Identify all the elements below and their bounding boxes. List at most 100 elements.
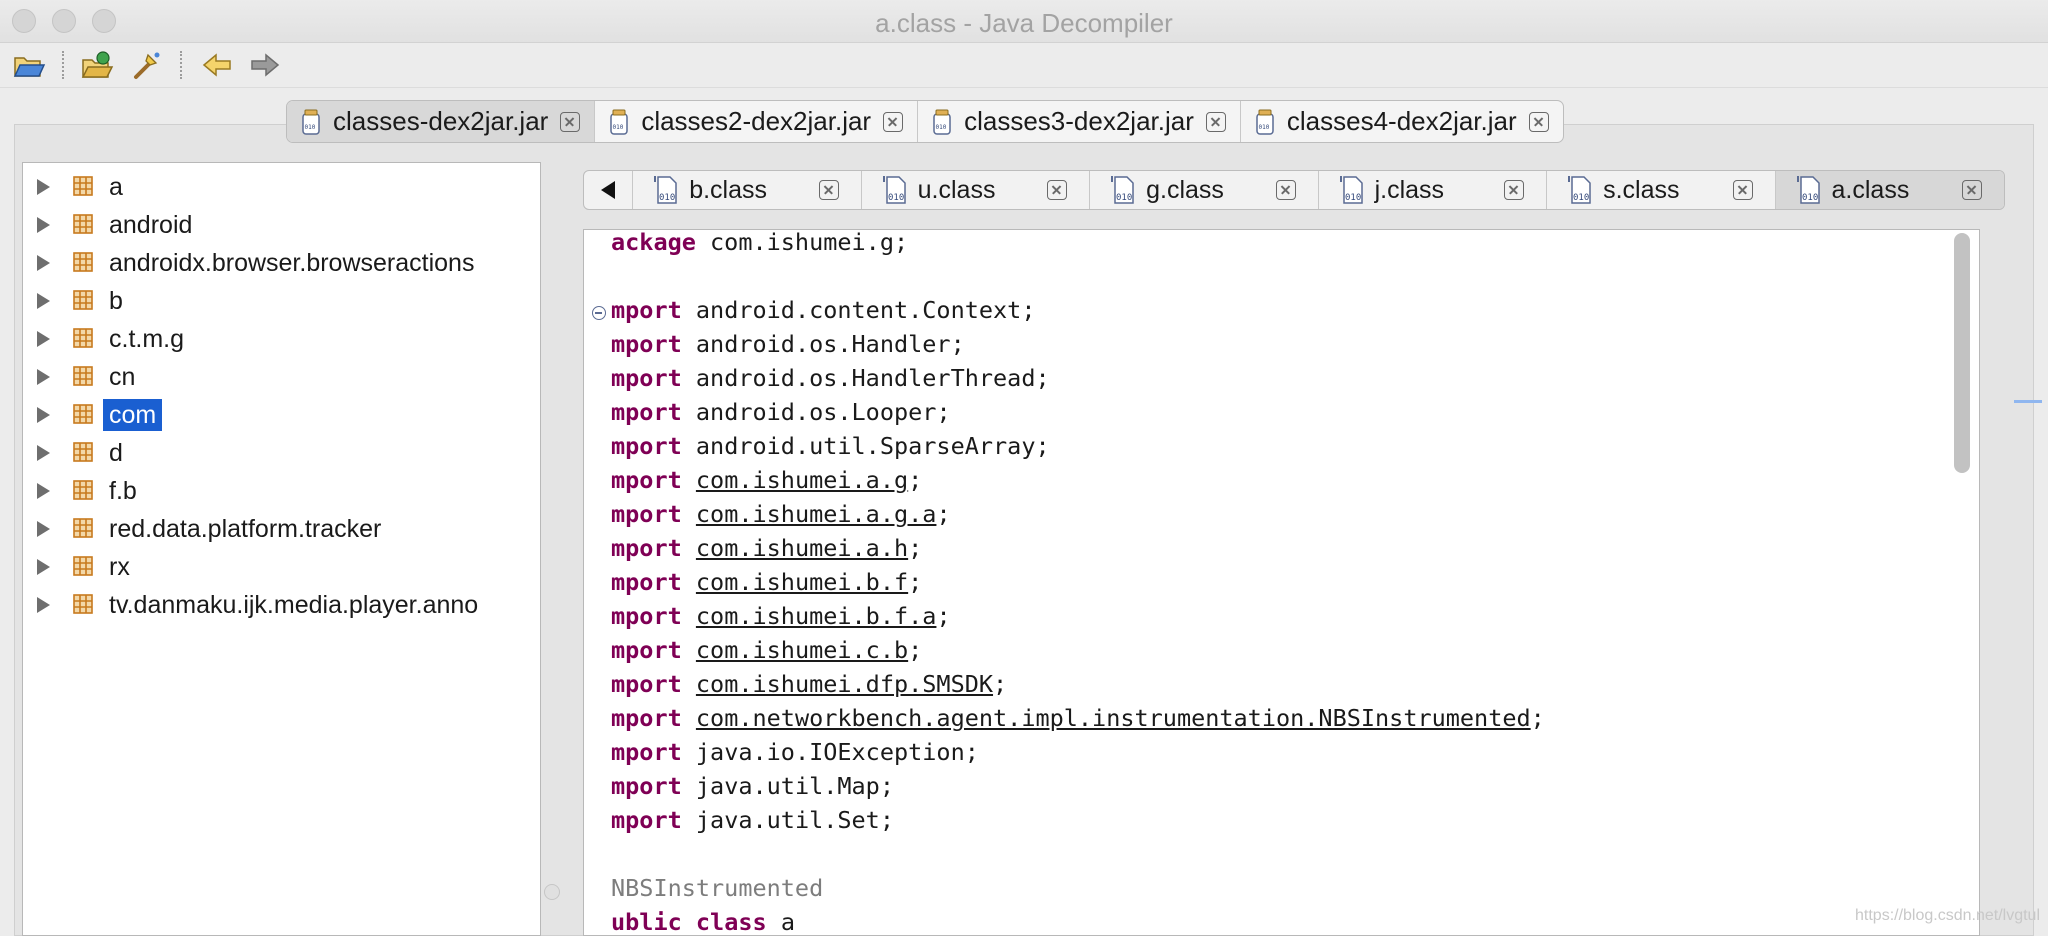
package-icon xyxy=(73,328,93,348)
tree-item[interactable]: cn xyxy=(23,357,540,395)
close-tab-icon[interactable] xyxy=(1275,180,1296,200)
tree-item[interactable]: androidx.browser.browseractions xyxy=(23,243,540,281)
open-file-button[interactable] xyxy=(12,49,46,81)
forward-button[interactable] xyxy=(248,49,282,81)
import-name: java.util.Set xyxy=(695,806,880,834)
tab-jar-1[interactable]: 010 classes2-dex2jar.jar xyxy=(595,101,919,142)
code-line-import: mport com.ishumei.a.g.a; xyxy=(611,500,951,528)
expand-arrow-icon[interactable] xyxy=(37,179,50,195)
overview-ruler-mark[interactable] xyxy=(2014,400,2042,403)
expand-arrow-icon[interactable] xyxy=(37,445,50,461)
collapse-imports-icon[interactable] xyxy=(592,306,606,320)
import-name[interactable]: com.ishumei.c.b xyxy=(696,636,908,664)
code-line-package: ackage com.ishumei.g; xyxy=(611,229,909,256)
tree-item[interactable]: f.b xyxy=(23,471,540,509)
package-icon xyxy=(73,176,93,196)
class-file-icon: 010 xyxy=(1339,176,1363,204)
class-tab-label: u.class xyxy=(917,175,996,204)
tab-class-3[interactable]: 010 j.class xyxy=(1319,171,1548,209)
expand-arrow-icon[interactable] xyxy=(37,255,50,271)
expand-arrow-icon[interactable] xyxy=(37,597,50,613)
class-file-icon: 010 xyxy=(1111,176,1134,204)
open-file-icon xyxy=(13,57,46,77)
expand-arrow-icon[interactable] xyxy=(37,407,50,423)
package-label: android xyxy=(109,211,193,239)
tab-jar-3[interactable]: 010 classes4-dex2jar.jar xyxy=(1241,101,1563,142)
splitter-handle[interactable] xyxy=(544,884,560,900)
tree-item[interactable]: tv.danmaku.ijk.media.player.anno xyxy=(23,585,540,623)
tree-item[interactable]: c.t.m.g xyxy=(23,319,540,357)
tree-item[interactable]: com xyxy=(23,395,540,433)
import-name[interactable]: com.ishumei.b.f.a xyxy=(696,602,937,630)
package-label: f.b xyxy=(109,477,137,505)
tab-class-0[interactable]: 010 b.class xyxy=(633,171,862,209)
tab-class-2[interactable]: 010 g.class xyxy=(1090,171,1319,209)
expand-arrow-icon[interactable] xyxy=(37,331,50,347)
jar-tab-label: classes4-dex2jar.jar xyxy=(1286,106,1517,136)
class-tab-label: b.class xyxy=(689,175,767,204)
tree-item[interactable]: red.data.platform.tracker xyxy=(23,509,540,547)
back-button[interactable] xyxy=(200,49,234,81)
class-tab-label: a.class xyxy=(1831,175,1910,204)
expand-arrow-icon[interactable] xyxy=(37,217,50,233)
open-type-button[interactable] xyxy=(80,49,114,81)
code-line-annotation: NBSInstrumented xyxy=(611,874,824,902)
expand-arrow-icon[interactable] xyxy=(37,521,50,537)
close-tab-icon[interactable] xyxy=(1732,180,1753,200)
window-title: a.class - Java Decompiler xyxy=(875,8,1173,38)
tab-class-5[interactable]: 010 a.class xyxy=(1775,171,2004,209)
search-button[interactable] xyxy=(130,49,164,81)
tab-jar-0[interactable]: 010 classes-dex2jar.jar xyxy=(287,101,596,142)
code-line-import: mport java.util.Set; xyxy=(611,806,894,834)
package-icon xyxy=(73,252,93,272)
import-name: android.os.HandlerThread xyxy=(695,364,1036,392)
tree-item[interactable]: a xyxy=(23,167,540,205)
svg-text:010: 010 xyxy=(1258,124,1269,131)
code-editor[interactable]: ackage com.ishumei.g; mport android.conte… xyxy=(583,229,1980,936)
class-tab-label: g.class xyxy=(1146,175,1224,204)
tree-item[interactable]: android xyxy=(23,205,540,243)
close-tab-icon[interactable] xyxy=(1528,111,1549,132)
close-tab-icon[interactable] xyxy=(560,111,581,132)
vertical-scrollbar-thumb[interactable] xyxy=(1954,233,1970,473)
tree-item[interactable]: d xyxy=(23,433,540,471)
import-name: android.os.Looper xyxy=(695,398,937,426)
jar-file-icon: 010 xyxy=(302,109,320,135)
expand-arrow-icon[interactable] xyxy=(37,293,50,309)
package-label: d xyxy=(109,439,123,467)
class-tab-bar: 010 b.class 010 u.class 010 g.class 010 j.class… xyxy=(583,170,2005,210)
package-tree: a android androidx.browser.browseractions b… xyxy=(22,162,541,936)
expand-arrow-icon[interactable] xyxy=(37,483,50,499)
tab-class-1[interactable]: 010 u.class xyxy=(862,171,1091,209)
import-name[interactable]: com.ishumei.b.f xyxy=(696,568,908,596)
package-icon xyxy=(73,290,93,310)
jar-file-icon: 010 xyxy=(1256,109,1274,135)
close-tab-icon[interactable] xyxy=(883,111,904,132)
import-name[interactable]: com.ishumei.a.g xyxy=(696,466,908,494)
forward-icon xyxy=(251,53,280,77)
import-name[interactable]: com.ishumei.dfp.SMSDK xyxy=(696,670,993,698)
package-icon xyxy=(73,556,93,576)
package-label: cn xyxy=(109,363,136,391)
close-tab-icon[interactable] xyxy=(1504,180,1525,200)
svg-text:010: 010 xyxy=(1345,193,1361,203)
import-name[interactable]: com.ishumei.a.h xyxy=(696,534,908,562)
close-tab-icon[interactable] xyxy=(818,180,839,200)
scroll-tabs-left-button[interactable] xyxy=(584,171,634,209)
tree-item[interactable]: b xyxy=(23,281,540,319)
jar-file-icon: 010 xyxy=(610,109,629,135)
class-file-icon: 010 xyxy=(1568,176,1591,204)
import-name[interactable]: com.ishumei.a.g.a xyxy=(696,500,937,528)
tab-jar-2[interactable]: 010 classes3-dex2jar.jar xyxy=(918,101,1241,142)
import-name[interactable]: com.networkbench.agent.impl.instrumentat… xyxy=(696,704,1531,732)
close-tab-icon[interactable] xyxy=(1961,180,1982,200)
close-tab-icon[interactable] xyxy=(1205,111,1226,132)
import-name: android.os.Handler xyxy=(695,330,951,358)
package-icon xyxy=(73,214,93,234)
expand-arrow-icon[interactable] xyxy=(37,369,50,385)
close-tab-icon[interactable] xyxy=(1047,180,1068,200)
code-line-import: mport android.os.HandlerThread; xyxy=(611,364,1050,392)
expand-arrow-icon[interactable] xyxy=(37,559,50,575)
tab-class-4[interactable]: 010 s.class xyxy=(1547,171,1776,209)
tree-item[interactable]: rx xyxy=(23,547,540,585)
